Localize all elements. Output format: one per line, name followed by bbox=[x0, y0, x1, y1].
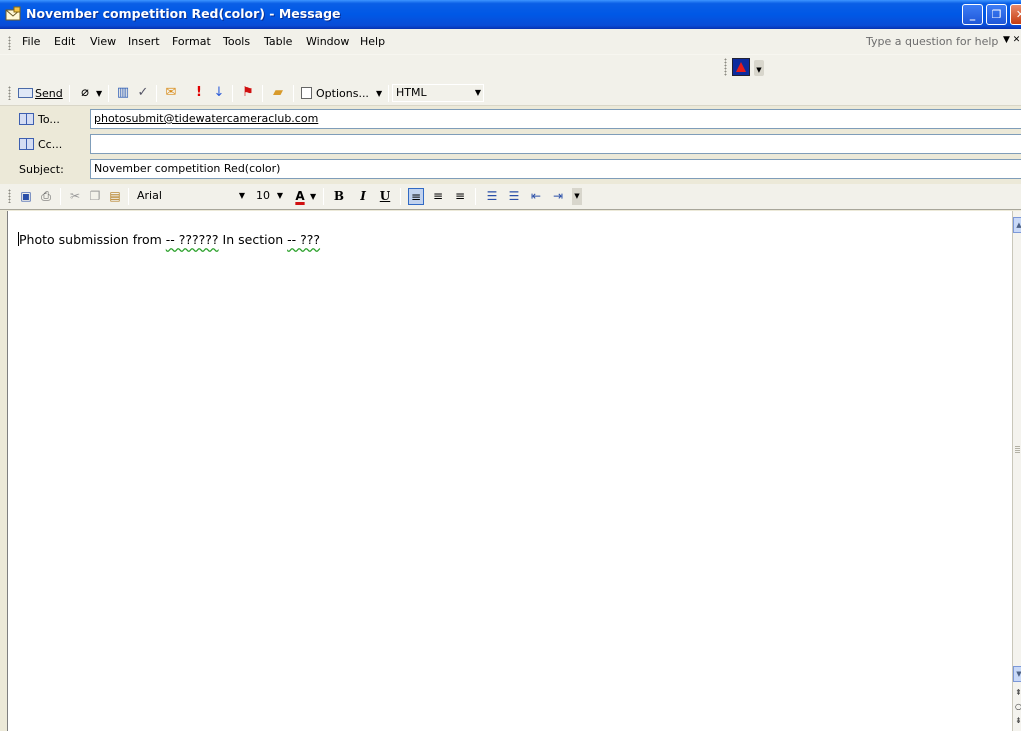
copy-icon[interactable]: ❐ bbox=[87, 188, 103, 205]
vertical-scrollbar[interactable]: ▲ ▼ ⇞ ○ ⇟ bbox=[1012, 211, 1021, 731]
menu-table[interactable]: Table bbox=[264, 35, 292, 48]
envelope-icon bbox=[5, 6, 21, 21]
menu-tools[interactable]: Tools bbox=[223, 35, 250, 48]
toolbar-separator bbox=[232, 85, 233, 102]
formatting-toolbar: ▣ ⎙ ✂ ❐ ▤ Arial ▼ 10 ▼ A ▼ B I U ≡ ≡ ≡ ☰ ☰… bbox=[0, 184, 1021, 210]
digital-signature-icon[interactable] bbox=[732, 58, 750, 76]
chevron-down-icon: ▼ bbox=[276, 191, 283, 200]
toolbar-grip[interactable] bbox=[8, 36, 11, 50]
to-button[interactable]: To... bbox=[19, 113, 60, 126]
title-bar: November competition Red(color) - Messag… bbox=[0, 0, 1021, 29]
menu-file[interactable]: File bbox=[22, 35, 40, 48]
address-book-icon[interactable]: ▥ bbox=[115, 85, 131, 101]
message-format-select[interactable]: HTML ▼ bbox=[392, 84, 484, 102]
maximize-button[interactable]: ❐ bbox=[986, 4, 1007, 25]
menu-view[interactable]: View bbox=[90, 35, 116, 48]
follow-up-flag-icon[interactable]: ⚑ bbox=[240, 85, 256, 101]
message-body[interactable]: Photo submission from -- ?????? In secti… bbox=[7, 211, 1012, 731]
toolbar-grip[interactable] bbox=[8, 86, 11, 100]
section-placeholder: -- ??? bbox=[287, 232, 321, 247]
menu-format[interactable]: Format bbox=[172, 35, 211, 48]
toolbar-separator bbox=[156, 85, 157, 102]
toolbar-grip[interactable] bbox=[724, 58, 727, 76]
send-icon bbox=[18, 88, 33, 98]
toolbar-separator bbox=[293, 85, 294, 102]
toolbar-separator bbox=[69, 85, 70, 102]
standard-toolbar: Send ⌀ ▼ ▥ ✓ ✉ ! ↓ ⚑ ▰ Options... ▼ HTML… bbox=[0, 81, 1021, 106]
underline-button[interactable]: U bbox=[377, 188, 393, 205]
toolbar-separator bbox=[475, 188, 476, 205]
font-name-select[interactable]: Arial ▼ bbox=[133, 187, 248, 205]
toolbar-separator bbox=[323, 188, 324, 205]
increase-indent-icon[interactable]: ⇥ bbox=[550, 188, 566, 205]
bold-button[interactable]: B bbox=[331, 188, 347, 205]
options-button[interactable]: Options... bbox=[301, 85, 369, 102]
toolbar-separator bbox=[400, 188, 401, 205]
toolbar-separator bbox=[262, 85, 263, 102]
window-title: November competition Red(color) - Messag… bbox=[26, 6, 341, 21]
menu-bar: File Edit View Insert Format Tools Table… bbox=[0, 29, 1021, 55]
save-icon[interactable]: ▣ bbox=[18, 188, 34, 205]
options-icon bbox=[301, 87, 312, 99]
bulleted-list-icon[interactable]: ☰ bbox=[506, 188, 522, 205]
scroll-up-arrow-icon[interactable]: ▲ bbox=[1013, 217, 1021, 233]
font-color-button[interactable]: A bbox=[292, 188, 308, 205]
chevron-down-icon: ▼ bbox=[238, 191, 245, 200]
chevron-down-icon: ▼ bbox=[474, 88, 481, 97]
next-page-icon[interactable]: ⇟ bbox=[1015, 716, 1021, 725]
body-text[interactable]: Photo submission from -- ?????? In secti… bbox=[18, 232, 320, 247]
signature-icon[interactable]: ✉ bbox=[163, 85, 179, 101]
message-header-fields: To... photosubmit@tidewatercameraclub.co… bbox=[0, 106, 1021, 182]
paste-icon[interactable]: ▤ bbox=[107, 188, 123, 205]
toolbar-separator bbox=[128, 188, 129, 205]
align-left-icon[interactable]: ≡ bbox=[408, 188, 424, 205]
subject-label: Subject: bbox=[19, 163, 64, 176]
print-icon[interactable]: ⎙ bbox=[38, 188, 54, 205]
align-right-icon[interactable]: ≡ bbox=[452, 188, 468, 205]
numbered-list-icon[interactable]: ☰ bbox=[484, 188, 500, 205]
attach-paperclip-icon[interactable]: ⌀ bbox=[77, 85, 93, 101]
open-folder-icon[interactable]: ▰ bbox=[270, 85, 286, 101]
cc-field[interactable] bbox=[90, 134, 1021, 154]
italic-button[interactable]: I bbox=[355, 188, 371, 205]
send-button[interactable]: Send bbox=[18, 85, 63, 102]
select-browse-object-icon[interactable]: ○ bbox=[1015, 702, 1021, 711]
floating-toolbar-row: ▼ bbox=[0, 55, 1021, 81]
help-question-box[interactable]: Type a question for help bbox=[866, 35, 998, 48]
toolbar-separator bbox=[60, 188, 61, 205]
decrease-indent-icon[interactable]: ⇤ bbox=[528, 188, 544, 205]
font-color-dropdown-arrow-icon[interactable]: ▼ bbox=[310, 188, 316, 205]
address-book-icon bbox=[19, 113, 34, 125]
importance-high-icon[interactable]: ! bbox=[191, 85, 207, 101]
menu-insert[interactable]: Insert bbox=[128, 35, 160, 48]
previous-page-icon[interactable]: ⇞ bbox=[1015, 688, 1021, 697]
check-names-icon[interactable]: ✓ bbox=[135, 85, 151, 101]
toolbar-grip[interactable] bbox=[8, 189, 11, 203]
close-button[interactable]: ✕ bbox=[1010, 4, 1021, 25]
toolbar-options-icon[interactable]: ▼ bbox=[754, 60, 764, 76]
address-book-icon bbox=[19, 138, 34, 150]
toolbar-separator bbox=[388, 85, 389, 102]
help-dropdown-arrow-icon[interactable]: ▼ ✕ bbox=[1003, 35, 1020, 45]
align-center-icon[interactable]: ≡ bbox=[430, 188, 446, 205]
attach-dropdown-arrow-icon[interactable]: ▼ bbox=[96, 85, 102, 102]
subject-field[interactable]: November competition Red(color) bbox=[90, 159, 1021, 179]
minimize-button[interactable]: _ bbox=[962, 4, 983, 25]
font-size-select[interactable]: 10 ▼ bbox=[252, 187, 286, 205]
name-placeholder: -- ?????? bbox=[165, 232, 219, 247]
to-field[interactable]: photosubmit@tidewatercameraclub.com bbox=[90, 109, 1021, 129]
menu-window[interactable]: Window bbox=[306, 35, 349, 48]
menu-help[interactable]: Help bbox=[360, 35, 385, 48]
cc-button[interactable]: Cc... bbox=[19, 138, 62, 151]
toolbar-options-icon[interactable]: ▼ bbox=[572, 188, 582, 205]
scroll-down-arrow-icon[interactable]: ▼ bbox=[1013, 666, 1021, 682]
options-dropdown-arrow-icon[interactable]: ▼ bbox=[376, 85, 382, 102]
scroll-thumb-grip[interactable] bbox=[1015, 446, 1020, 454]
importance-low-icon[interactable]: ↓ bbox=[211, 85, 227, 101]
cut-icon[interactable]: ✂ bbox=[67, 188, 83, 205]
menu-edit[interactable]: Edit bbox=[54, 35, 75, 48]
toolbar-separator bbox=[108, 85, 109, 102]
